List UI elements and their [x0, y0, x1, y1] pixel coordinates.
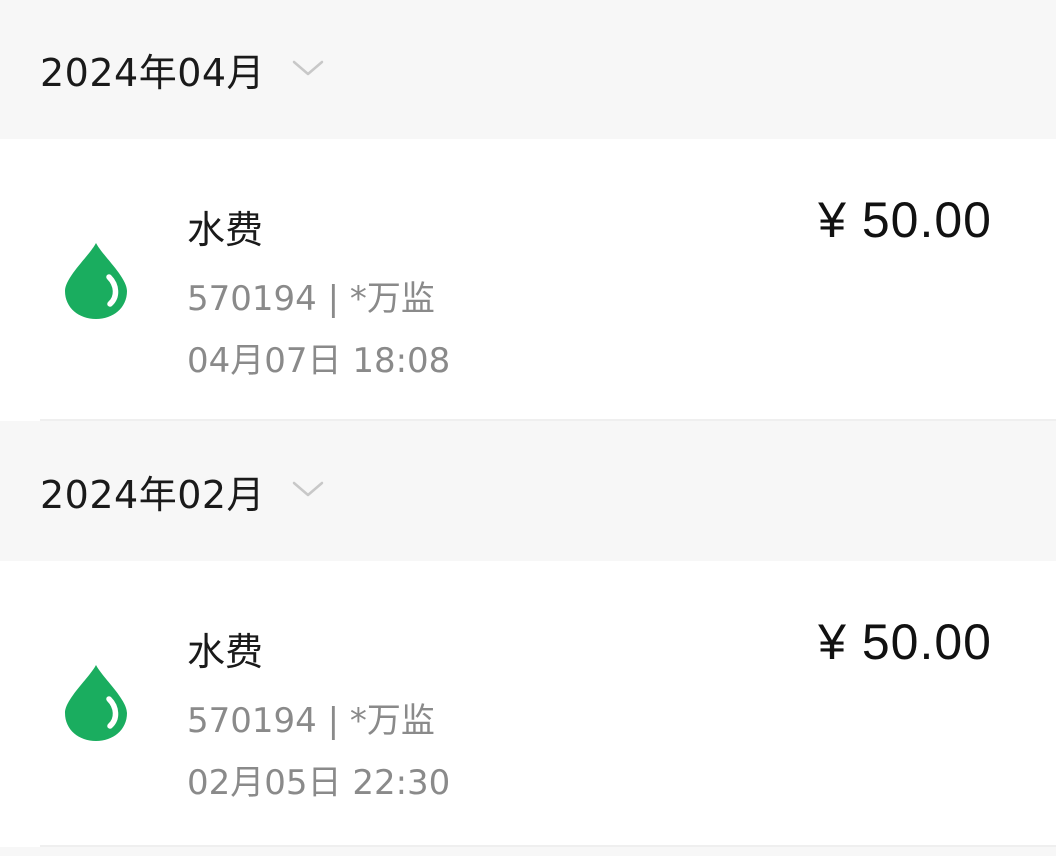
next-section-edge	[0, 847, 1056, 856]
month-header-2024-02[interactable]: 2024年02月	[0, 421, 1056, 561]
chevron-down-icon[interactable]	[291, 472, 325, 506]
divider	[40, 419, 1056, 421]
month-label: 2024年02月	[40, 472, 266, 517]
chevron-down-icon[interactable]	[291, 51, 325, 85]
bill-time: 04月07日 18:08	[187, 341, 451, 381]
water-drop-icon	[63, 241, 129, 321]
bill-list-item[interactable]: 水费 570194 | *万监 02月05日 22:30 ¥ 50.00	[0, 561, 1056, 847]
bill-time: 02月05日 22:30	[187, 763, 451, 803]
divider	[40, 845, 1056, 847]
bill-account: 570194 | *万监	[187, 279, 435, 319]
bill-amount: ¥ 50.00	[818, 192, 992, 248]
bill-list: 2024年04月 水费 570194 | *万监 04月07日 18:08 ¥ …	[0, 0, 1056, 856]
month-header-2024-04[interactable]: 2024年04月	[0, 0, 1056, 139]
bill-account: 570194 | *万监	[187, 701, 435, 741]
water-drop-icon	[63, 663, 129, 743]
bill-list-item[interactable]: 水费 570194 | *万监 04月07日 18:08 ¥ 50.00	[0, 139, 1056, 421]
bill-title: 水费	[187, 208, 264, 252]
bill-amount: ¥ 50.00	[818, 614, 992, 670]
month-label: 2024年04月	[40, 51, 266, 95]
bill-title: 水费	[187, 630, 264, 674]
